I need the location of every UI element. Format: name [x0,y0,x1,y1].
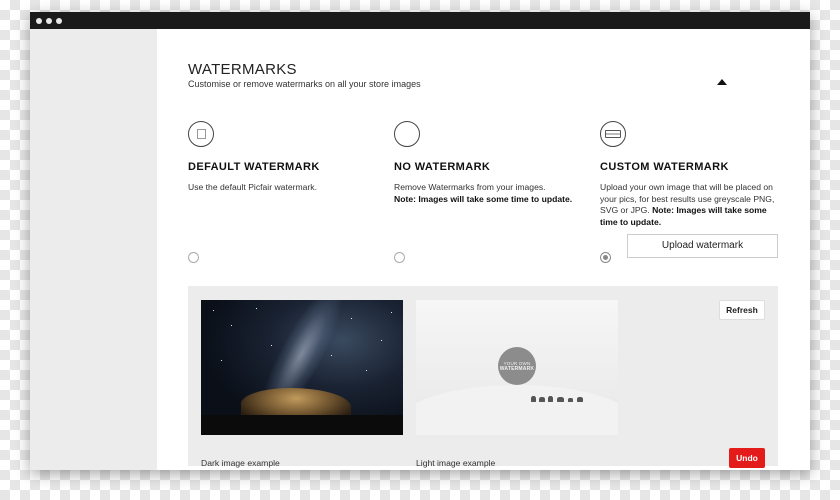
light-example-image: YOUR OWN WATERMARK [416,300,618,435]
option-description-text: Use the default Picfair watermark. [188,182,317,192]
option-description: Upload your own image that will be place… [600,182,780,228]
option-custom-watermark: CUSTOM WATERMARK Upload your own image t… [600,121,780,228]
option-title: NO WATERMARK [394,161,491,173]
section-subtitle: Customise or remove watermarks on all yo… [188,79,421,89]
main-content: WATERMARKS Customise or remove watermark… [157,29,810,470]
custom-watermark-icon [600,121,626,147]
window-titlebar [30,12,810,29]
option-description-text: Remove Watermarks from your images. [394,182,546,192]
radio-default-watermark[interactable] [188,252,199,263]
option-description: Remove Watermarks from your images. Note… [394,182,579,205]
empty-circle-icon [394,121,420,147]
option-default-watermark: DEFAULT WATERMARK Use the default Picfai… [188,121,373,194]
refresh-button[interactable]: Refresh [719,300,765,320]
light-image-caption: Light image example [416,458,496,468]
undo-button[interactable]: Undo [729,448,765,468]
option-description: Use the default Picfair watermark. [188,182,373,194]
radio-no-watermark[interactable] [394,252,405,263]
watermark-preview: YOUR OWN WATERMARK [498,347,536,385]
window-dot-icon[interactable] [36,17,42,24]
window-dot-icon[interactable] [46,17,52,24]
browser-window: WATERMARKS Customise or remove watermark… [30,12,810,470]
option-title: CUSTOM WATERMARK [600,161,729,173]
caret-up-icon[interactable] [717,79,727,85]
sidebar [30,29,157,470]
window-dot-icon[interactable] [56,17,62,24]
picture-icon [188,121,214,147]
section-title: WATERMARKS [188,61,297,78]
radio-custom-watermark[interactable] [600,252,611,263]
option-note: Note: Images will take some time to upda… [394,193,573,204]
option-title: DEFAULT WATERMARK [188,161,320,173]
watermark-text-line2: WATERMARK [499,365,535,372]
dark-example-image [201,300,403,435]
option-no-watermark: NO WATERMARK Remove Watermarks from your… [394,121,579,205]
preview-panel: Dark image example YOUR OWN WATERMARK Li… [188,286,778,468]
upload-watermark-button[interactable]: Upload watermark [627,234,778,258]
dark-image-caption: Dark image example [201,458,280,468]
